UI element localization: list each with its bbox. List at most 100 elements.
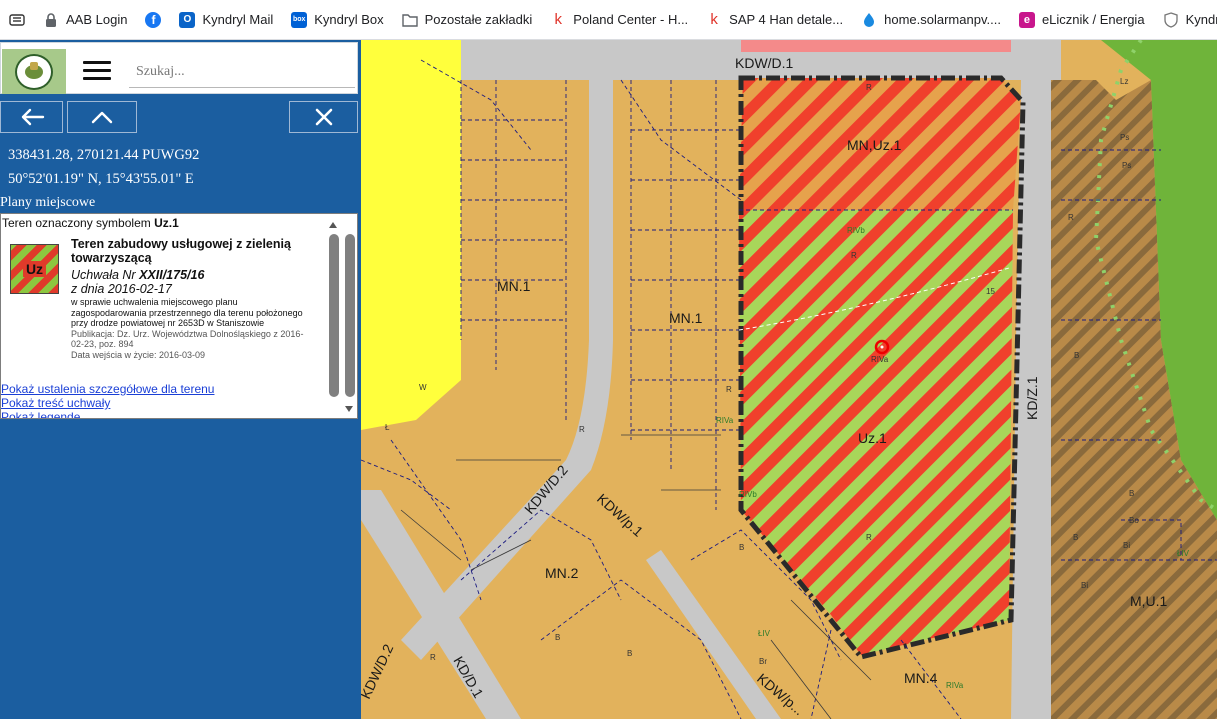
box-icon: box (291, 11, 308, 28)
app-logo[interactable] (2, 49, 66, 94)
elicznik-icon: e (1018, 11, 1035, 28)
bookmark-sap[interactable]: k SAP 4 Han detale... (697, 6, 852, 34)
bookmark-label: Kyndryl Box (314, 12, 384, 27)
bookmark-label: SAP 4 Han detale... (729, 12, 844, 27)
bookmark-other-folder[interactable]: Pozostałe zakładki (393, 6, 542, 34)
up-button[interactable] (67, 101, 137, 133)
map-label-uz1: Uz.1 (858, 430, 887, 446)
map-small-bo: Bo (1129, 516, 1139, 525)
zone-symbol-badge: Uz (10, 244, 59, 294)
scrollbar-thumb-outer[interactable] (345, 234, 355, 397)
map-small-liv: ŁIV (1177, 549, 1190, 558)
bookmark-poland-center[interactable]: k Poland Center - H... (541, 6, 697, 34)
map-small-r: R (866, 83, 872, 92)
bookmarks-bar: AAB Login f O Kyndryl Mail box Kyndryl B… (0, 0, 1217, 40)
folder-icon (401, 12, 418, 28)
bookmark-facebook[interactable]: f (136, 6, 170, 34)
map-small-b: B (555, 633, 560, 642)
map-small-15: 15 (986, 287, 995, 296)
map-label-kdwd2b: KDW/D.2 (361, 641, 396, 701)
coordinates-geo: 50°52'01.19" N, 15°43'55.01" E (8, 171, 194, 187)
map-small-r: R (726, 385, 732, 394)
coordinates-puwg: 338431.28, 270121.44 PUWG92 (8, 147, 200, 163)
bookmark-label: Kyndryl Mail (202, 12, 274, 27)
map-small-lz: Lz (1120, 77, 1128, 86)
bookmark-kyndryl-mail[interactable]: O Kyndryl Mail (170, 6, 282, 34)
bookmark-label: Poland Center - H... (573, 12, 689, 27)
bookmark-tab-strip[interactable] (0, 6, 34, 34)
map-small-rivb: RIVb (847, 226, 865, 235)
link-legend[interactable]: Pokaż legendę (1, 410, 214, 418)
map-small-bi: Bi (1081, 581, 1088, 590)
shield-icon (1163, 11, 1179, 28)
resolution: Uchwała Nr XXII/175/16 (71, 268, 311, 282)
solarman-icon (861, 12, 877, 28)
map-small-ps: Ps (1122, 161, 1131, 170)
tab-strip-icon (9, 12, 25, 28)
map-small-w: W (419, 383, 427, 392)
effective-date: Data wejścia w życie: 2016-03-09 (71, 349, 206, 360)
info-header-symbol: Uz.1 (154, 216, 179, 230)
resolution-number: XXII/175/16 (139, 268, 205, 282)
arrow-left-icon (21, 108, 44, 126)
scroll-up-arrow-icon[interactable] (329, 222, 337, 228)
bookmark-kyndryl-w3[interactable]: Kyndryl w3 (1154, 6, 1217, 34)
map-small-bi: Bi (1123, 541, 1130, 550)
map-small-riva: RIVa (716, 416, 734, 425)
back-button[interactable] (0, 101, 63, 133)
k-logo-icon: k (554, 11, 563, 28)
hamburger-icon (83, 61, 111, 64)
map-small-r: R (851, 251, 857, 260)
bookmark-kyndryl-box[interactable]: box Kyndryl Box (282, 6, 392, 34)
map-label-kdz1: KD/Z.1 (1024, 376, 1040, 420)
map-label-mn4: MN.4 (904, 670, 938, 686)
hamburger-line (83, 69, 111, 72)
close-button[interactable] (289, 101, 358, 133)
search-input[interactable] (129, 56, 355, 88)
top-toolbar (0, 42, 358, 94)
map-label-mn1-mid: MN.1 (669, 310, 703, 326)
map-small-b: B (1073, 533, 1078, 542)
info-header-prefix: Teren oznaczony symbolem (2, 216, 155, 230)
chevron-up-icon (91, 111, 113, 124)
map-small-rivb: RIVb (739, 490, 757, 499)
zone-title: Teren zabudowy usługowej z zielenią towa… (71, 237, 291, 265)
facebook-icon: f (145, 11, 162, 28)
scrollbar[interactable] (326, 216, 356, 418)
scrollbar-thumb[interactable] (329, 234, 339, 397)
hamburger-line (83, 77, 111, 80)
map-small-b: B (1074, 351, 1079, 360)
map-small-r: R (430, 653, 436, 662)
left-panel: 338431.28, 270121.44 PUWG92 50°52'01.19"… (0, 40, 361, 719)
section-title: Plany miejscowe (0, 195, 96, 210)
map-label-mu1: M,U.1 (1130, 593, 1168, 609)
resolution-prefix: Uchwała Nr (71, 268, 140, 282)
bookmark-solarman[interactable]: home.solarmanpv.... (852, 6, 1010, 34)
menu-button[interactable] (83, 58, 113, 82)
bookmark-elicznik[interactable]: e eLicznik / Energia (1010, 6, 1154, 34)
map-view[interactable]: KDW/D.1 MN,Uz.1 Uz.1 MN.1 MN.1 MN.2 MN.4… (361, 40, 1217, 719)
map-small-riva: RIVa (871, 355, 889, 364)
map-small-riva: RIVa (946, 681, 964, 690)
map-label-mn2: MN.2 (545, 565, 579, 581)
scroll-down-arrow-icon[interactable] (345, 406, 353, 412)
bookmark-label: Pozostałe zakładki (424, 12, 533, 27)
map-canvas[interactable]: KDW/D.1 MN,Uz.1 Uz.1 MN.1 MN.1 MN.2 MN.4… (361, 40, 1217, 719)
bookmark-label: AAB Login (66, 12, 128, 27)
info-links: Pokaż ustalenia szczegółowe dla terenu P… (1, 382, 214, 418)
map-small-ps: Ps (1120, 133, 1129, 142)
map-small-b: B (1129, 489, 1134, 498)
link-resolution-text[interactable]: Pokaż treść uchwały (1, 396, 214, 410)
info-body: Teren zabudowy usługowej z zielenią towa… (71, 237, 311, 360)
map-small-r: R (1068, 213, 1074, 222)
link-detailed-provisions[interactable]: Pokaż ustalenia szczegółowe dla terenu (1, 382, 214, 396)
map-small-br: Br (759, 657, 767, 666)
map-label-kdw-d1: KDW/D.1 (735, 55, 794, 71)
publication-info: Publikacja: Dz. Urz. Województwa Dolnośl… (71, 328, 304, 350)
info-header: Teren oznaczony symbolem Uz.1 (2, 216, 179, 230)
map-small-l: Ł (385, 423, 390, 432)
bookmark-aab-login[interactable]: AAB Login (34, 6, 136, 34)
map-small-b: B (739, 543, 744, 552)
plan-info-box: Teren oznaczony symbolem Uz.1 Uz Teren z… (0, 213, 358, 419)
map-label-kdwp1: KDW/p.1 (594, 490, 646, 540)
